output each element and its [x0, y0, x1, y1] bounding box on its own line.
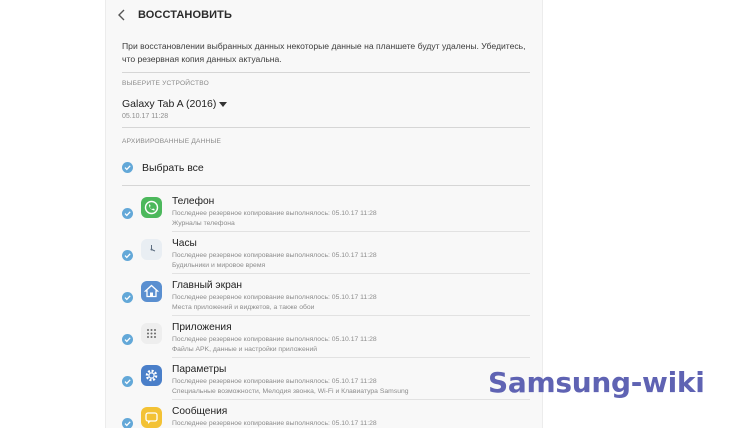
phone-icon — [141, 197, 162, 218]
back-arrow-icon[interactable] — [116, 8, 128, 22]
item-title: Сообщения — [172, 406, 228, 417]
item-description: Места приложений и виджетов, а также обо… — [172, 304, 315, 311]
item-description: Журналы телефона — [172, 220, 235, 227]
item-checkbox[interactable] — [122, 376, 133, 387]
item-checkbox[interactable] — [122, 208, 133, 219]
checkmark-icon — [124, 211, 131, 217]
divider — [122, 185, 530, 186]
device-name: Galaxy Tab A (2016) — [122, 98, 217, 110]
backup-item-settings[interactable]: Параметры Последнее резервное копировани… — [106, 364, 542, 407]
page-title: ВОССТАНОВИТЬ — [138, 9, 232, 21]
item-last-backup: Последнее резервное копирование выполнял… — [172, 378, 377, 385]
restore-screen: ВОССТАНОВИТЬ При восстановлении выбранны… — [105, 0, 543, 428]
backup-item-messages[interactable]: Сообщения Последнее резервное копировани… — [106, 406, 542, 428]
checkmark-icon — [124, 165, 131, 171]
item-checkbox[interactable] — [122, 334, 133, 345]
item-last-backup: Последнее резервное копирование выполнял… — [172, 420, 377, 427]
header-bar: ВОССТАНОВИТЬ — [106, 0, 542, 30]
item-last-backup: Последнее резервное копирование выполнял… — [172, 252, 377, 259]
checkmark-icon — [124, 253, 131, 259]
item-title: Телефон — [172, 196, 215, 207]
item-checkbox[interactable] — [122, 418, 133, 428]
divider — [172, 357, 530, 358]
divider — [122, 72, 530, 73]
divider — [172, 273, 530, 274]
section-label-device: ВЫБЕРИТЕ УСТРОЙСТВО — [122, 80, 209, 87]
backup-item-clock[interactable]: Часы Последнее резервное копирование вып… — [106, 238, 542, 281]
divider — [172, 399, 530, 400]
dropdown-caret-icon — [219, 101, 228, 107]
messages-icon — [141, 407, 162, 428]
checkmark-icon — [124, 295, 131, 301]
backup-item-apps[interactable]: Приложения Последнее резервное копирован… — [106, 322, 542, 365]
item-title: Главный экран — [172, 280, 243, 291]
select-all-checkbox[interactable] — [122, 162, 133, 173]
settings-gear-icon — [141, 365, 162, 386]
clock-icon — [141, 239, 162, 260]
device-dropdown[interactable]: Galaxy Tab A (2016) — [122, 98, 228, 110]
item-last-backup: Последнее резервное копирование выполнял… — [172, 294, 377, 301]
backup-item-home-screen[interactable]: Главный экран Последнее резервное копиро… — [106, 280, 542, 323]
divider — [172, 231, 530, 232]
item-title: Часы — [172, 238, 197, 249]
item-description: Файлы APK, данные и настройки приложений — [172, 346, 318, 353]
apps-grid-icon — [141, 323, 162, 344]
backup-item-phone[interactable]: Телефон Последнее резервное копирование … — [106, 196, 542, 239]
device-backup-date: 05.10.17 11:28 — [122, 113, 169, 120]
item-last-backup: Последнее резервное копирование выполнял… — [172, 336, 377, 343]
checkmark-icon — [124, 379, 131, 385]
restore-warning-text: При восстановлении выбранных данных неко… — [122, 41, 526, 64]
watermark-text: Samsung-wiki — [488, 366, 705, 399]
item-title: Параметры — [172, 364, 227, 375]
select-all-label: Выбрать все — [142, 162, 204, 174]
item-last-backup: Последнее резервное копирование выполнял… — [172, 210, 377, 217]
item-title: Приложения — [172, 322, 232, 333]
item-description: Специальные возможности, Мелодия звонка,… — [172, 388, 409, 395]
item-checkbox[interactable] — [122, 250, 133, 261]
section-label-backup: АРХИВИРОВАННЫЕ ДАННЫЕ — [122, 138, 222, 145]
divider — [172, 315, 530, 316]
item-description: Будильники и мировое время — [172, 262, 266, 269]
divider — [122, 127, 530, 128]
checkmark-icon — [124, 421, 131, 427]
checkmark-icon — [124, 337, 131, 343]
item-checkbox[interactable] — [122, 292, 133, 303]
home-icon — [141, 281, 162, 302]
